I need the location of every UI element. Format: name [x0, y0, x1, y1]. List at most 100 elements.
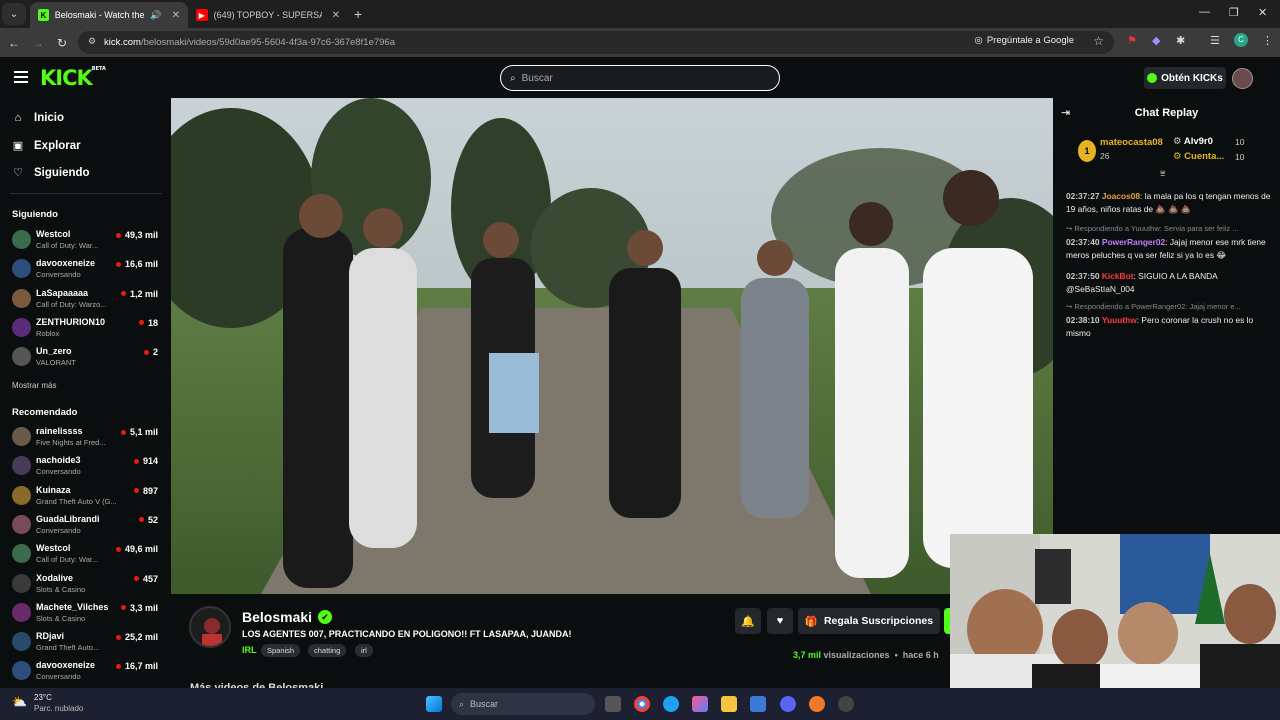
browser-menu-icon[interactable]: ⋮	[1262, 34, 1273, 47]
reading-list-icon[interactable]: ☰	[1210, 34, 1220, 47]
edge-icon[interactable]	[663, 696, 679, 712]
channel-avatar	[12, 602, 31, 622]
show-more-link[interactable]: Mostrar más	[12, 381, 56, 390]
viewer-count: 16,6 mil	[116, 259, 158, 269]
tab-search-button[interactable]: ⌄	[2, 3, 26, 25]
tab-belosmaki[interactable]: K Belosmaki - Watch the VOD 🔊 ✕	[30, 2, 188, 28]
user-avatar[interactable]	[1232, 68, 1253, 89]
channel-item[interactable]: Machete_Vilches Slots & Casino 3,3 mil	[12, 599, 160, 627]
back-icon[interactable]: ←	[4, 36, 24, 50]
channel-item[interactable]: Kuinaza Grand Theft Auto V (G... 897	[12, 482, 160, 510]
viewer-count: 3,3 mil	[121, 603, 158, 613]
bookmark-star-icon[interactable]: ☆	[1093, 34, 1104, 48]
minimize-icon[interactable]: —	[1199, 6, 1210, 18]
nav-explore[interactable]: ▣ Explorar	[12, 139, 81, 153]
taskbar-search[interactable]: ⌕ Buscar	[451, 693, 595, 715]
tab-label: (649) TOPBOY - SUPERSAYAYIN	[213, 10, 322, 20]
notification-bell-button[interactable]: 🔔	[735, 608, 761, 634]
reply-context[interactable]: ↪ Respondiendo a Yuuuthw: Servia para se…	[1066, 224, 1271, 233]
channel-item[interactable]: GuadaLibrandi Conversando 52	[12, 511, 160, 539]
channel-item[interactable]: rainelissss Five Nights at Fred... 5,1 mil	[12, 423, 160, 451]
store-icon[interactable]	[750, 696, 766, 712]
windows-start-icon[interactable]	[426, 696, 442, 712]
nav-home[interactable]: ⌂ Inicio	[12, 112, 64, 124]
message-user[interactable]: Yuuuthw	[1102, 315, 1137, 325]
tag-chatting[interactable]: chatting	[308, 644, 347, 657]
task-view-icon[interactable]	[605, 696, 621, 712]
message-user[interactable]: PowerRanger02	[1102, 237, 1165, 247]
message-user[interactable]: KickBot	[1102, 271, 1134, 281]
nav-following[interactable]: ♡ Siguiendo	[12, 166, 90, 180]
streamer-avatar[interactable]	[189, 606, 231, 648]
tag-spanish[interactable]: Spanish	[261, 644, 301, 657]
channel-item[interactable]: Westcol Call of Duty: War... 49,6 mil	[12, 540, 160, 568]
close-tab-icon[interactable]: ✕	[332, 10, 340, 21]
hamburger-menu-icon[interactable]	[14, 71, 28, 86]
category-link[interactable]: IRL	[242, 645, 257, 655]
gift-subs-button[interactable]: 🎁 Regala Suscripciones	[798, 608, 940, 634]
channel-item[interactable]: ZENTHURION10 Roblox 18	[12, 314, 160, 342]
weather-temp: 23°C	[34, 693, 52, 702]
avatar-image	[202, 618, 222, 646]
channel-category: Grand Theft Auto...	[36, 643, 100, 653]
channel-avatar	[12, 485, 31, 505]
gifter-2[interactable]: ⚙ Alv9r0	[1173, 136, 1213, 147]
channel-avatar	[12, 456, 31, 476]
extensions-puzzle-icon[interactable]: ✱	[1176, 34, 1185, 47]
follow-heart-button[interactable]: ♥	[767, 608, 793, 634]
channel-item[interactable]: davooxeneize Conversando 16,6 mil	[12, 255, 160, 283]
message-user[interactable]: Joacos08	[1102, 191, 1140, 201]
top-gifter-name[interactable]: mateocasta08	[1100, 137, 1163, 148]
audio-icon[interactable]: 🔊	[150, 10, 161, 21]
discord-icon[interactable]	[780, 696, 796, 712]
channel-item[interactable]: Un_zero VALORANT 2	[12, 343, 160, 371]
close-tab-icon[interactable]: ✕	[172, 10, 180, 21]
channel-name: davooxeneize	[36, 660, 96, 671]
channel-item[interactable]: Westcol Call of Duty: War... 49,3 mil	[12, 226, 160, 254]
channel-item[interactable]: nachoide3 Conversando 914	[12, 452, 160, 480]
app-icon[interactable]	[809, 696, 825, 712]
channel-avatar	[12, 632, 31, 652]
viewer-count: 1,2 mil	[121, 289, 158, 299]
copilot-icon[interactable]	[692, 696, 708, 712]
tag-irl[interactable]: irl	[355, 644, 373, 657]
app-icon[interactable]	[838, 696, 854, 712]
expand-gifters-icon[interactable]: ⩸	[1160, 168, 1165, 179]
channel-category: Slots & Casino	[36, 584, 86, 594]
address-bar[interactable]: ⚙ kick.com/belosmaki/videos/59d0ae95-560…	[78, 31, 1114, 54]
tab-topboy[interactable]: ▶ (649) TOPBOY - SUPERSAYAYIN ✕	[188, 2, 348, 28]
chrome-icon[interactable]	[634, 696, 650, 712]
channel-item[interactable]: LaSapaaaaa Call of Duty: Warzo... 1,2 mil	[12, 285, 160, 313]
reply-icon: ↪	[1066, 224, 1073, 233]
channel-category: Roblox	[36, 328, 60, 338]
extension-icon[interactable]: ⚑	[1127, 34, 1137, 47]
reply-context[interactable]: ↪ Respondiendo a PowerRanger02: Jajaj me…	[1066, 302, 1271, 311]
site-info-icon[interactable]: ⚙	[88, 36, 96, 47]
ask-google-button[interactable]: ◎ Pregúntale a Google	[975, 35, 1074, 46]
gifter-badge-icon: ⚙	[1173, 136, 1182, 147]
kicks-coin-icon	[1147, 73, 1158, 83]
channel-item[interactable]: RDjavi Grand Theft Auto... 25,2 mil	[12, 628, 160, 656]
search-input[interactable]: ⌕ Buscar	[500, 65, 780, 91]
forward-icon[interactable]: →	[28, 36, 48, 50]
channel-avatar	[12, 661, 31, 681]
video-player[interactable]	[171, 98, 1053, 594]
following-section-title: Siguiendo	[12, 209, 58, 220]
get-kicks-button[interactable]: Obtén KICKs	[1144, 67, 1226, 89]
new-tab-icon[interactable]: +	[354, 6, 362, 22]
extension-icon[interactable]: ◆	[1152, 34, 1160, 47]
channel-item[interactable]: davooxeneize Conversando 16,7 mil	[12, 657, 160, 685]
gifter-3[interactable]: ⚙ Cuenta...	[1173, 151, 1224, 162]
file-explorer-icon[interactable]	[721, 696, 737, 712]
profile-avatar[interactable]: C	[1234, 33, 1248, 47]
reload-icon[interactable]: ↻	[52, 36, 72, 50]
kick-logo[interactable]: KICKBETA	[40, 66, 106, 90]
kick-favicon-icon: K	[38, 9, 49, 21]
stream-title: LOS AGENTES 007, PRACTICANDO EN POLIGONO…	[242, 629, 572, 639]
close-window-icon[interactable]: ✕	[1258, 6, 1267, 19]
message-time: 02:38:10	[1066, 315, 1100, 325]
channel-avatar	[12, 544, 31, 564]
channel-item[interactable]: Xodalive Slots & Casino 457	[12, 570, 160, 598]
streamer-name[interactable]: Belosmaki ✔	[242, 609, 333, 625]
maximize-icon[interactable]: ❐	[1229, 6, 1239, 19]
